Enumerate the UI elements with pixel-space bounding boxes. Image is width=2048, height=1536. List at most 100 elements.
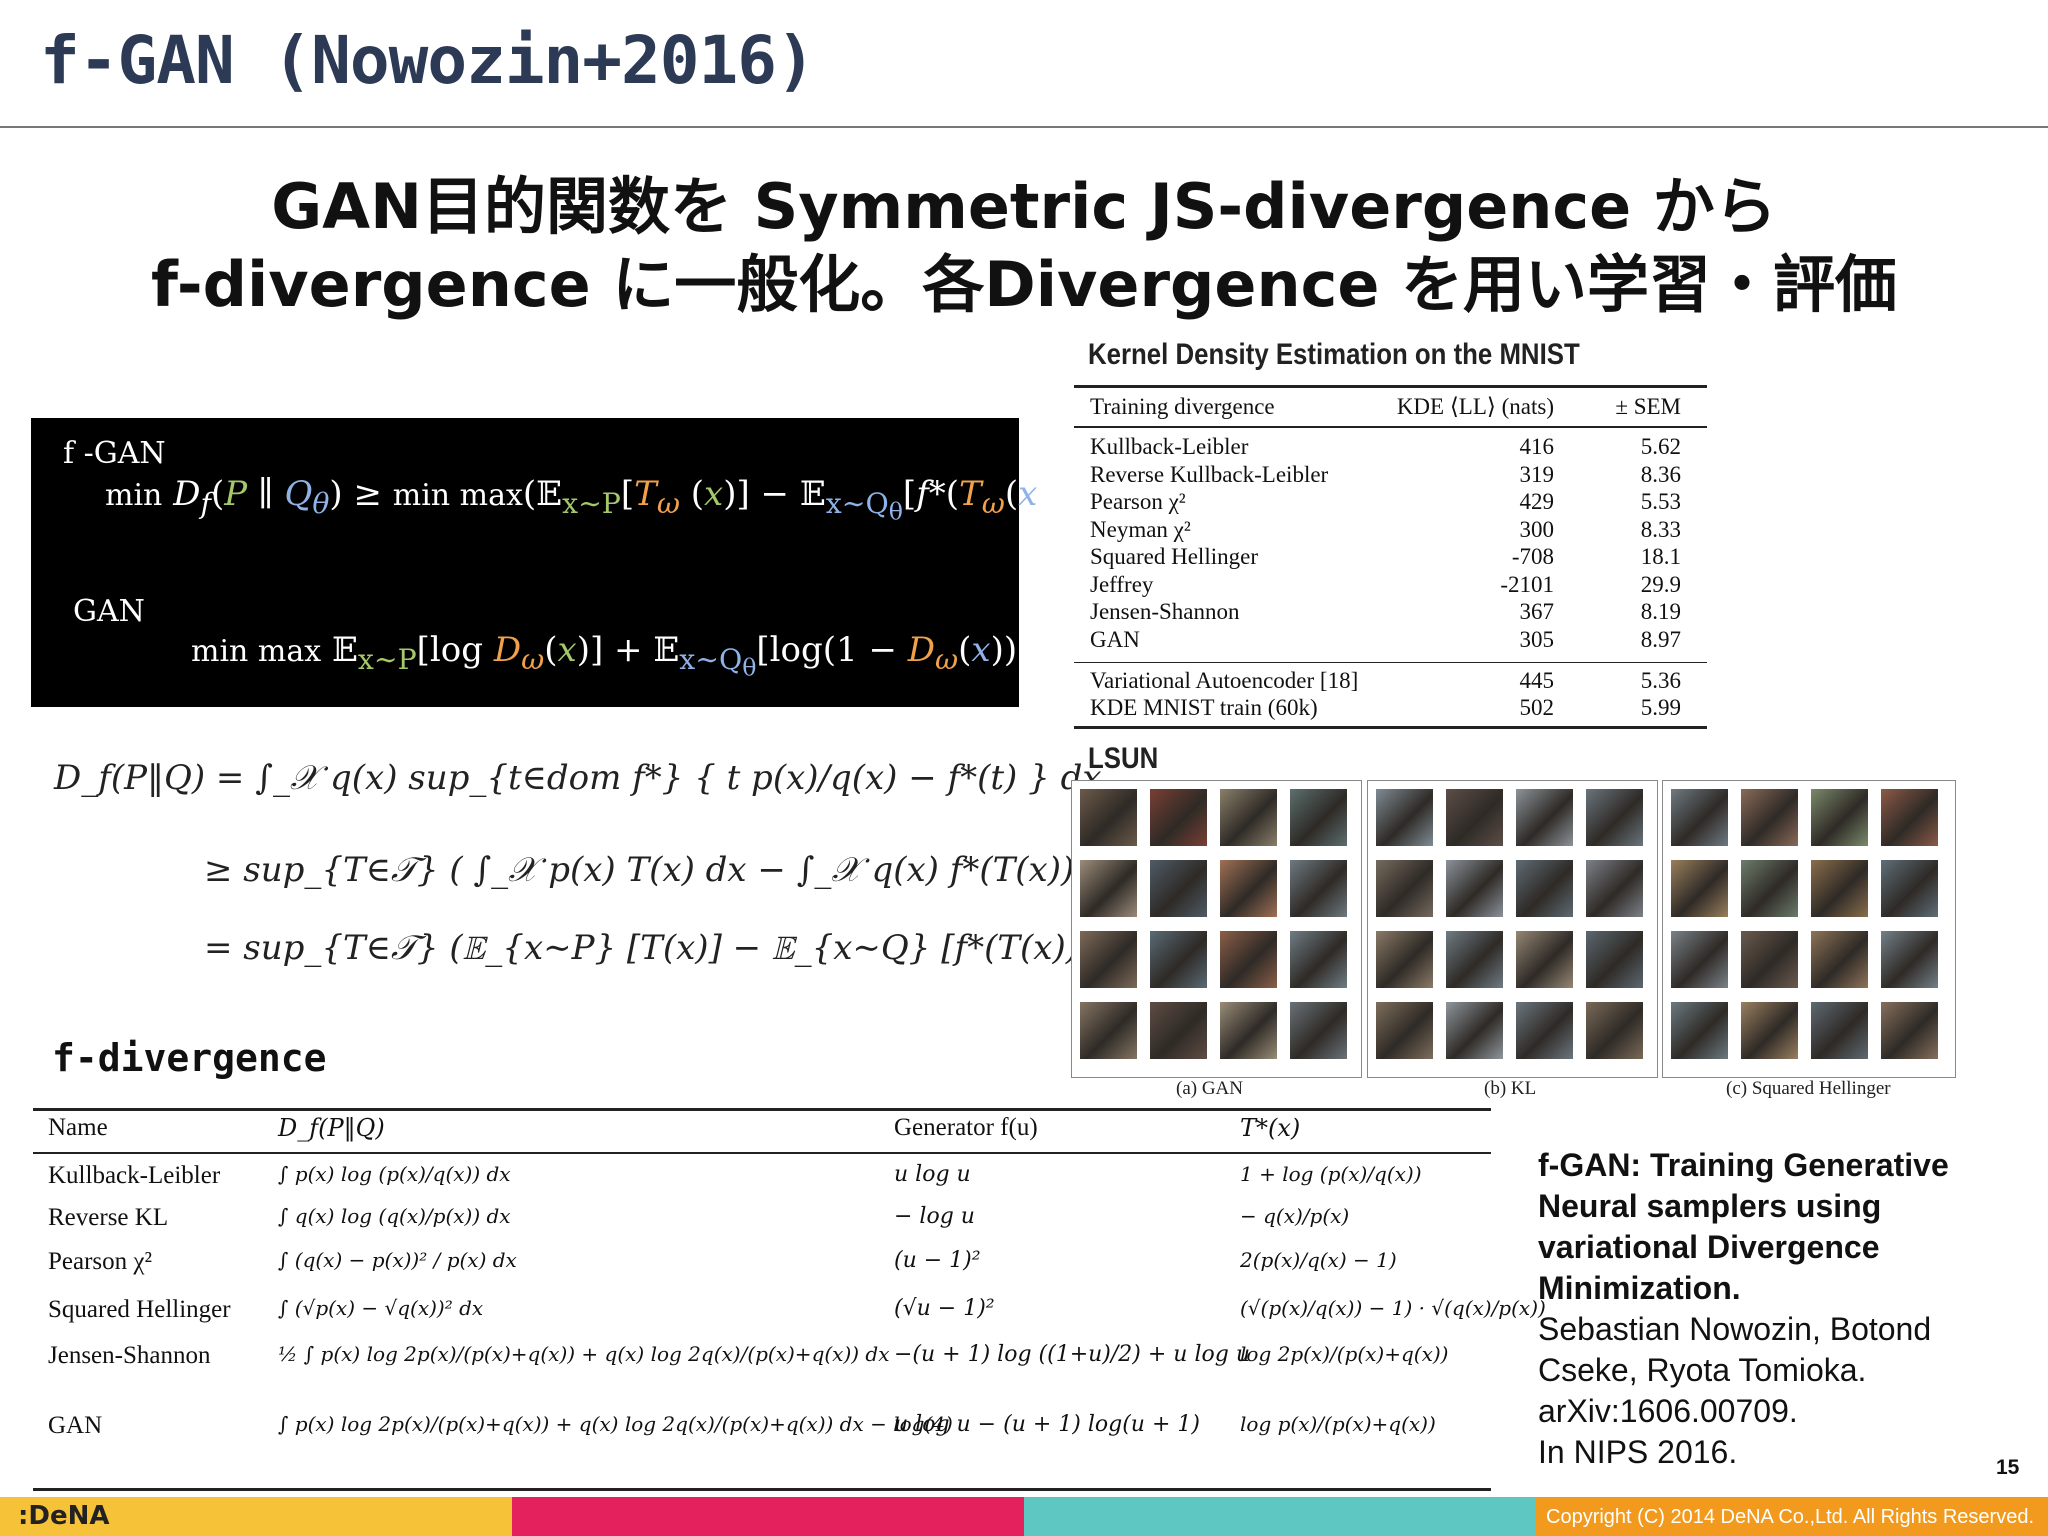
- lsun-sample-image: [1080, 931, 1137, 988]
- fdiv-header-name: Name: [48, 1114, 108, 1141]
- kde-cell: 300: [1519, 516, 1555, 542]
- kde-cell: Neyman χ²: [1090, 516, 1191, 542]
- citation-title: f-GAN: Training Generative Neural sample…: [1538, 1147, 1949, 1306]
- citation-authors: Sebastian Nowozin, Botond Cseke, Ryota T…: [1538, 1311, 1932, 1388]
- lsun-panel-gan: [1071, 780, 1362, 1078]
- kde-cell: 5.36: [1640, 667, 1681, 693]
- fgan-label: f -GAN: [63, 436, 166, 471]
- kde-cell: Jeffrey: [1090, 571, 1154, 597]
- fdiv-cell: 2(p(x)/q(x) − 1): [1240, 1248, 1397, 1272]
- kde-cell: 8.33: [1640, 516, 1681, 542]
- kde-row: KDE MNIST train (60k) 502 5.99: [1074, 695, 1707, 723]
- kde-header: Training divergence: [1090, 394, 1275, 419]
- lsun-title: LSUN: [1088, 742, 1159, 775]
- headline: GAN目的関数を Symmetric JS-divergence から f-di…: [0, 168, 2048, 324]
- lsun-sample-image: [1516, 860, 1573, 917]
- lsun-sample-image: [1376, 1002, 1433, 1059]
- lsun-sample-image: [1881, 931, 1938, 988]
- fdiv-cell: log p(x)/(p(x)+q(x)): [1240, 1412, 1436, 1436]
- lsun-sample-image: [1586, 789, 1643, 846]
- kde-cell: 429: [1519, 489, 1555, 515]
- lsun-sample-image: [1220, 1002, 1277, 1059]
- kde-row: Squared Hellinger -708 18.1: [1074, 544, 1707, 572]
- kde-cell: 29.9: [1640, 571, 1681, 597]
- kde-row: Neyman χ² 300 8.33: [1074, 516, 1707, 544]
- lsun-grid: [1376, 789, 1643, 1059]
- lsun-sample-image: [1290, 860, 1347, 917]
- lsun-sample-image: [1290, 1002, 1347, 1059]
- kde-cell: Variational Autoencoder [18]: [1090, 667, 1359, 693]
- fgan-objective-formula: min Df(P ∥ Qθ) ≥ min max(𝔼x∼P[Tω (x)] − …: [105, 474, 1091, 526]
- kde-header-row: Training divergence KDE ⟨LL⟩ (nats) ± SE…: [1074, 388, 1707, 426]
- lsun-sample-image: [1586, 860, 1643, 917]
- footer-segment: [1024, 1497, 1536, 1536]
- kde-cell: Jensen-Shannon: [1090, 599, 1240, 625]
- lsun-sample-image: [1376, 931, 1433, 988]
- fdiv-cell: GAN: [48, 1412, 103, 1439]
- kde-table-title: Kernel Density Estimation on the MNIST: [1088, 338, 1580, 371]
- kde-cell: 8.19: [1640, 599, 1681, 625]
- fdiv-cell: u log u − (u + 1) log(u + 1): [894, 1412, 1200, 1437]
- fdiv-cell: ∫ p(x) log 2p(x)/(p(x)+q(x)) + q(x) log …: [278, 1412, 953, 1436]
- lsun-sample-image: [1376, 789, 1433, 846]
- citation: f-GAN: Training Generative Neural sample…: [1538, 1145, 1978, 1473]
- fdiv-cell: (√u − 1)²: [894, 1296, 995, 1321]
- fdiv-cell: ∫ (q(x) − p(x))² / p(x) dx: [278, 1248, 517, 1272]
- kde-row: Jensen-Shannon 367 8.19: [1074, 599, 1707, 627]
- lsun-sample-image: [1446, 1002, 1503, 1059]
- fdiv-cell: u log u: [894, 1162, 971, 1187]
- fdiv-cell: ∫ (√p(x) − √q(x))² dx: [278, 1296, 484, 1320]
- lsun-sample-image: [1150, 1002, 1207, 1059]
- lsun-grid: [1080, 789, 1347, 1059]
- lsun-sample-image: [1586, 1002, 1643, 1059]
- kde-row: Kullback-Leibler 416 5.62: [1074, 434, 1707, 462]
- fdiv-cell: ∫ q(x) log (q(x)/p(x)) dx: [278, 1204, 511, 1228]
- kde-cell: 305: [1519, 626, 1555, 652]
- lsun-sample-image: [1080, 789, 1137, 846]
- fdiv-cell: − log u: [894, 1204, 975, 1229]
- kde-cell: 502: [1519, 695, 1555, 721]
- lsun-sample-image: [1446, 789, 1503, 846]
- lsun-sample-image: [1671, 860, 1728, 917]
- fdiv-cell: Kullback-Leibler: [48, 1162, 221, 1189]
- lsun-panel-kl: [1367, 780, 1658, 1078]
- citation-venue: In NIPS 2016.: [1538, 1434, 1738, 1470]
- lsun-sample-image: [1811, 931, 1868, 988]
- fdiv-cell: − q(x)/p(x): [1240, 1204, 1350, 1228]
- kde-row: Variational Autoencoder [18] 445 5.36: [1074, 667, 1707, 695]
- lsun-sample-image: [1741, 931, 1798, 988]
- lsun-sample-image: [1446, 860, 1503, 917]
- lsun-panel-squared-hellinger: [1662, 780, 1956, 1078]
- fdiv-cell: Jensen-Shannon: [48, 1342, 211, 1369]
- lsun-sample-image: [1376, 860, 1433, 917]
- lsun-sample-image: [1741, 860, 1798, 917]
- df-bound-line-2: ≥ sup_{T∈𝒯} ( ∫_𝒳 p(x) T(x) dx − ∫_𝒳 q(x…: [204, 850, 1151, 890]
- lsun-sample-image: [1150, 789, 1207, 846]
- df-bound-line-1: D_f(P‖Q) = ∫_𝒳 q(x) sup_{t∈dom f*} { t p…: [54, 758, 1102, 798]
- lsun-caption-kl: (b) KL: [1484, 1078, 1537, 1099]
- kde-header: KDE ⟨LL⟩ (nats): [1396, 394, 1554, 419]
- lsun-sample-image: [1671, 931, 1728, 988]
- lsun-sample-image: [1741, 1002, 1798, 1059]
- fdiv-title: f-divergence: [52, 1036, 327, 1080]
- fdiv-header-tstar: T*(x): [1240, 1114, 1301, 1142]
- kde-cell: 5.62: [1640, 434, 1681, 460]
- lsun-sample-image: [1881, 1002, 1938, 1059]
- kde-cell: 5.99: [1640, 695, 1681, 721]
- gan-label: GAN: [73, 594, 145, 629]
- lsun-grid: [1671, 789, 1938, 1059]
- fdiv-cell: ½ ∫ p(x) log 2p(x)/(p(x)+q(x)) + q(x) lo…: [278, 1342, 890, 1366]
- fgan-formula-panel: f -GAN min Df(P ∥ Qθ) ≥ min max(𝔼x∼P[Tω …: [31, 418, 1090, 707]
- lsun-sample-image: [1671, 1002, 1728, 1059]
- kde-cell: Kullback-Leibler: [1090, 434, 1249, 460]
- lsun-sample-image: [1741, 789, 1798, 846]
- fdiv-cell: Pearson χ²: [48, 1248, 152, 1275]
- kde-cell: -708: [1511, 544, 1554, 570]
- fdiv-header-generator: Generator f(u): [894, 1114, 1038, 1141]
- fdiv-cell: 1 + log (p(x)/q(x)): [1240, 1162, 1422, 1186]
- lsun-sample-image: [1811, 789, 1868, 846]
- lsun-sample-image: [1290, 931, 1347, 988]
- kde-header: ± SEM: [1615, 394, 1681, 419]
- kde-cell: 5.53: [1640, 489, 1681, 515]
- kde-cell: GAN: [1090, 626, 1140, 652]
